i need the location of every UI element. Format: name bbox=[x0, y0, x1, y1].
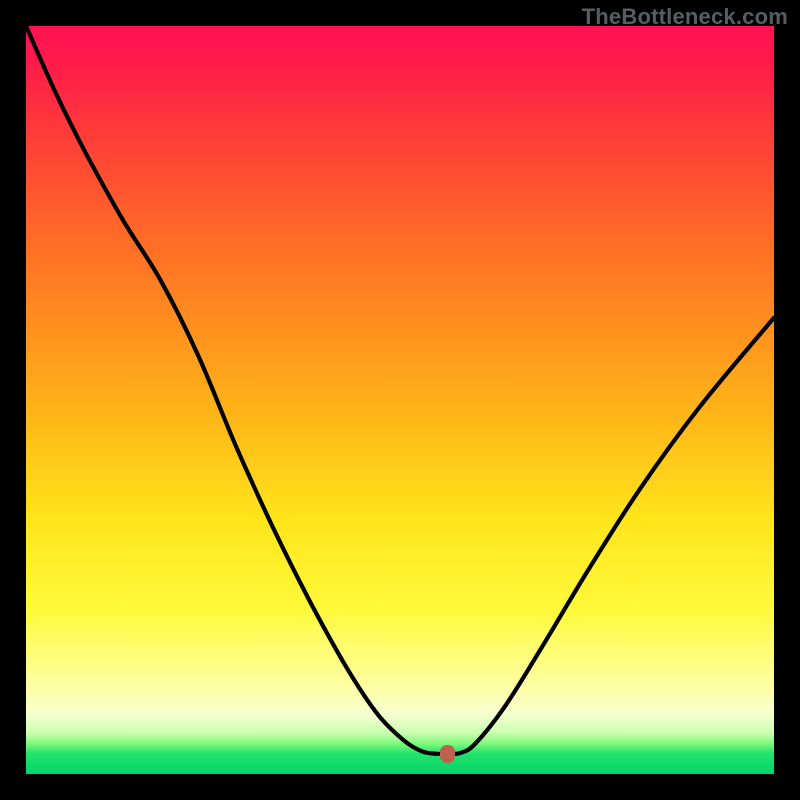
chart-frame: TheBottleneck.com bbox=[0, 0, 800, 800]
optimal-point-marker bbox=[440, 745, 455, 763]
watermark-label: TheBottleneck.com bbox=[582, 4, 788, 30]
plot-gradient-background bbox=[26, 26, 774, 774]
